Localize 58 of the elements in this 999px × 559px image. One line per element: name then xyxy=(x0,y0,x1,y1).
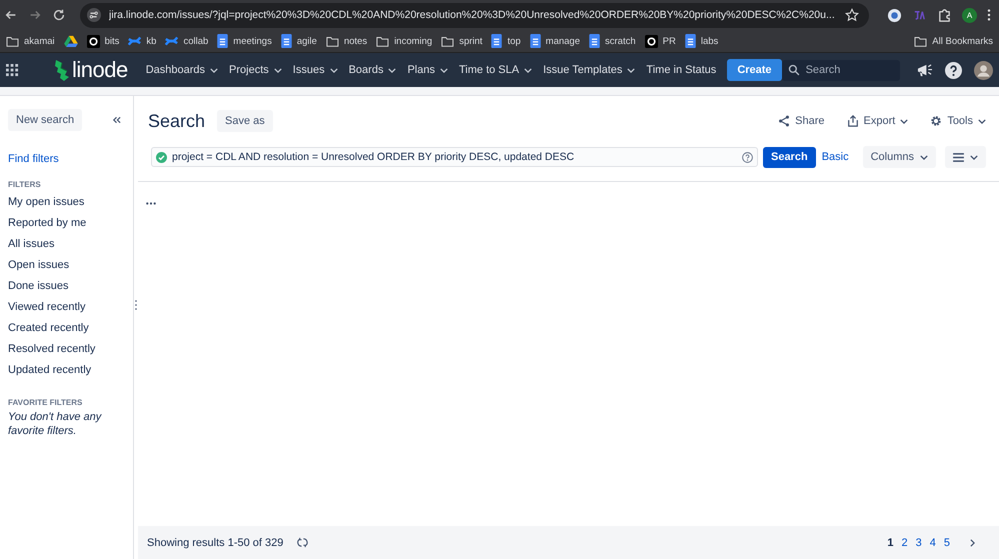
nav-menu-item[interactable]: Time to SLA xyxy=(458,64,532,76)
filter-link[interactable]: Open issues xyxy=(8,255,133,276)
filter-link[interactable]: Reported by me xyxy=(8,213,133,234)
toolbar-button[interactable]: Export xyxy=(846,115,908,127)
bookmark-link[interactable]: scratch xyxy=(589,34,636,48)
bookmark-link[interactable]: meetings xyxy=(217,34,272,48)
toolbar-button[interactable]: Share xyxy=(778,115,825,127)
nav-menu-item[interactable]: Boards xyxy=(348,64,396,76)
search-button[interactable]: Search xyxy=(762,146,816,168)
filter-link[interactable]: Created recently xyxy=(8,318,133,339)
empty-message: You don't have any favorite filters. xyxy=(8,410,103,438)
bookmark-link[interactable]: manage xyxy=(530,34,580,48)
toolbar-button[interactable]: Tools xyxy=(930,115,986,127)
page-link[interactable]: 5 xyxy=(944,536,950,548)
nav-menu-item[interactable]: Issue Templates xyxy=(543,64,636,76)
filter-link[interactable]: Resolved recently xyxy=(8,339,133,360)
all-bookmarks-link[interactable]: All Bookmarks xyxy=(914,36,993,46)
bookmark-link[interactable]: notes xyxy=(326,36,368,46)
filter-link[interactable]: Done issues xyxy=(8,276,133,297)
create-button[interactable]: Create xyxy=(727,59,782,81)
page-link[interactable]: 2 xyxy=(902,536,908,548)
filter-link[interactable]: All issues xyxy=(8,234,133,255)
page-title: Search xyxy=(148,110,206,132)
bookmark-link[interactable]: akamai xyxy=(6,36,55,46)
bookmark-link[interactable]: top xyxy=(491,34,521,48)
bookmark-link[interactable]: sprint xyxy=(441,36,482,46)
basic-link[interactable]: Basic xyxy=(822,151,849,163)
bookmark-link[interactable]: PR xyxy=(644,34,676,48)
filter-link[interactable]: Updated recently xyxy=(8,360,133,381)
results-count: Showing results 1-50 of 329 xyxy=(147,536,284,548)
nav-menu-item[interactable]: Plans xyxy=(407,64,448,76)
bookmark-link[interactable]: agile xyxy=(280,34,317,48)
new-search-button[interactable]: New search xyxy=(8,109,82,131)
address-bar[interactable]: jira.linode.com/issues/?jql=project%20%3D%20CDL%20AND%20resolution%20%3D%20Unresolved%20ORDER%20BY%20priority%20DESC%2C%20u... xyxy=(80,2,869,28)
logo-text[interactable]: linode xyxy=(72,57,128,83)
nav-menu-item[interactable]: Projects xyxy=(229,64,282,76)
filter-link[interactable]: Viewed recently xyxy=(8,297,133,318)
save-as-button[interactable]: Save as xyxy=(217,110,273,132)
bookmark-link[interactable]: bits xyxy=(86,34,120,48)
section-heading: FAVORITE FILTERS xyxy=(8,398,84,407)
columns-button[interactable]: Columns xyxy=(862,146,936,168)
page-link[interactable]: 1 xyxy=(887,536,894,548)
nav-menu-item[interactable]: Issues xyxy=(292,64,338,76)
filter-link[interactable]: My open issues xyxy=(8,192,133,213)
bookmark-link[interactable]: labs xyxy=(684,34,718,48)
bookmark-link[interactable]: incoming xyxy=(376,36,432,46)
section-heading: FILTERS xyxy=(8,180,42,189)
nav-menu-item[interactable]: Dashboards xyxy=(146,64,218,76)
page-link[interactable]: 3 xyxy=(916,536,922,548)
bookmark-link[interactable]: collab xyxy=(165,34,208,48)
find-filters-link[interactable]: Find filters xyxy=(8,153,133,165)
page-link[interactable]: 4 xyxy=(930,536,936,548)
nav-menu-item[interactable]: Time in Status xyxy=(646,64,716,76)
profile-avatar[interactable]: A xyxy=(962,8,977,22)
url-text: jira.linode.com/issues/?jql=project%20%3D%20CDL%20AND%20resolution%20%3D%20Unresolved%20ORDER%20BY%20priority%20DESC%2C%20u... xyxy=(109,9,836,21)
bookmark-link[interactable]: kb xyxy=(128,34,156,48)
query-field[interactable]: project = CDL AND resolution = Unresolved ORDER BY priority DESC, updated DESC xyxy=(151,147,758,167)
search-field[interactable]: Search xyxy=(782,60,900,80)
